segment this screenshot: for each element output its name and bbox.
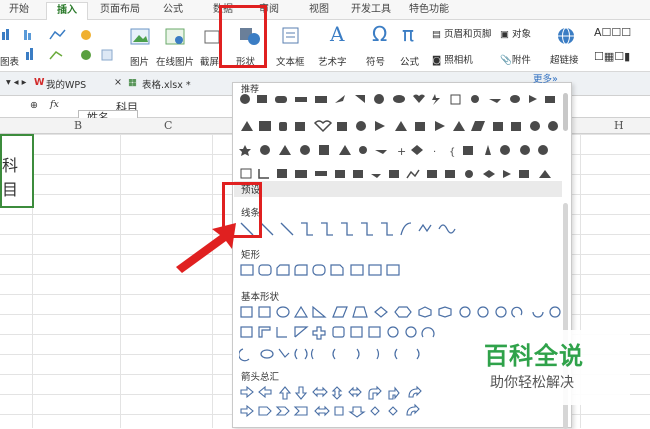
recommended-scrollbar[interactable] <box>563 93 568 131</box>
grid-column-line <box>212 134 213 428</box>
arrow-shapes[interactable] <box>239 385 479 421</box>
recommended-shapes[interactable]: + · { <box>239 93 563 183</box>
tab-developer[interactable]: 开发工具 <box>346 2 396 20</box>
document-nav-icons[interactable]: ▾ ◂ ▸ <box>6 77 26 88</box>
highlight-shapes-button <box>219 5 267 68</box>
object-label: 对象 <box>512 29 532 40</box>
tab-insert[interactable]: 插入 <box>46 2 88 20</box>
ribbon-tab-bar: 开始 插入 页面布局 公式 数据 审阅 视图 开发工具 特色功能 <box>0 0 650 20</box>
section-arrows: 箭头总汇 <box>241 372 280 383</box>
column-header-b[interactable]: B <box>74 119 82 132</box>
attachment-label: 附件 <box>511 55 531 66</box>
rectangle-shapes[interactable] <box>239 263 419 279</box>
tab-file[interactable]: 表格.xlsx * <box>142 77 191 91</box>
ribbon-insert: 图表 图片 在线图片 截屏 形状 文本框 A 艺术字 Ω 符号 π 公式 ▤ 页… <box>0 20 650 72</box>
column-header-h[interactable]: H <box>614 119 624 132</box>
tab-formulas[interactable]: 公式 <box>158 2 188 20</box>
watermark-logo: 百科全说 助你轻松解决 <box>470 330 630 405</box>
camera-label: 照相机 <box>444 55 473 66</box>
red-arrow-icon <box>176 223 236 273</box>
more-ribbon-icons-2[interactable]: ☐▦☐▮ <box>594 50 630 63</box>
chart-button[interactable]: 图表 <box>0 54 19 68</box>
wordart-button[interactable]: 艺术字 <box>318 54 347 68</box>
hyperlink-button[interactable]: 超链接 <box>550 52 579 66</box>
section-rectangles: 矩形 <box>241 250 261 261</box>
zoom-search-icon[interactable]: ⊕ <box>30 100 38 111</box>
tab-page-layout[interactable]: 页面布局 <box>96 2 144 20</box>
picture-icon[interactable] <box>130 28 150 46</box>
online-picture-button[interactable]: 在线图片 <box>156 54 194 68</box>
online-picture-icon[interactable] <box>165 28 185 46</box>
tab-my-wps[interactable]: 我的WPS <box>46 77 86 91</box>
wps-logo-icon: W <box>34 77 45 88</box>
object-button[interactable]: ▣ 对象 <box>500 26 531 40</box>
textbox-icon[interactable] <box>282 27 300 45</box>
pi-formula-icon[interactable]: π <box>402 22 414 46</box>
selected-cell-text: 科目 <box>2 156 19 199</box>
screenshot-button[interactable]: 截屏 <box>200 54 219 68</box>
section-basic-shapes: 基本形状 <box>241 292 280 303</box>
attachment-button[interactable]: 📎附件 <box>500 52 531 66</box>
globe-link-icon[interactable] <box>556 26 576 46</box>
header-footer-button[interactable]: ▤ 页眉和页脚 <box>432 26 492 40</box>
symbol-button[interactable]: 符号 <box>366 54 385 68</box>
column-header-c[interactable]: C <box>164 119 172 132</box>
picture-button[interactable]: 图片 <box>130 54 149 68</box>
svg-text:{: { <box>449 147 455 158</box>
wordart-icon[interactable]: A <box>330 22 344 46</box>
sheet-file-icon: ▦ <box>128 77 137 88</box>
svg-text:+: + <box>397 145 406 158</box>
watermark-title: 百科全说 <box>484 342 584 370</box>
formula-button[interactable]: 公式 <box>400 54 419 68</box>
line-shapes[interactable] <box>239 221 479 237</box>
tab-special[interactable]: 特色功能 <box>404 2 454 20</box>
selected-cell[interactable]: 科目 <box>0 134 34 208</box>
fx-icon[interactable]: fx <box>50 99 59 110</box>
more-shapes-link[interactable]: 更多» <box>533 71 558 85</box>
watermark-subtitle: 助你轻松解决 <box>490 375 574 391</box>
header-footer-label: 页眉和页脚 <box>444 29 492 40</box>
grid-column-line <box>120 134 121 428</box>
section-preset-bar <box>234 181 562 197</box>
svg-text:·: · <box>433 147 436 158</box>
close-tab-icon[interactable]: × <box>114 77 122 88</box>
more-ribbon-icons[interactable]: A☐☐☐ <box>594 26 631 39</box>
tab-view[interactable]: 视图 <box>304 2 334 20</box>
tab-home[interactable]: 开始 <box>4 2 34 20</box>
omega-symbol-icon[interactable]: Ω <box>372 22 387 46</box>
camera-button[interactable]: ◙ 照相机 <box>432 52 473 66</box>
chart-type-icons[interactable] <box>0 26 130 66</box>
textbox-button[interactable]: 文本框 <box>276 54 305 68</box>
